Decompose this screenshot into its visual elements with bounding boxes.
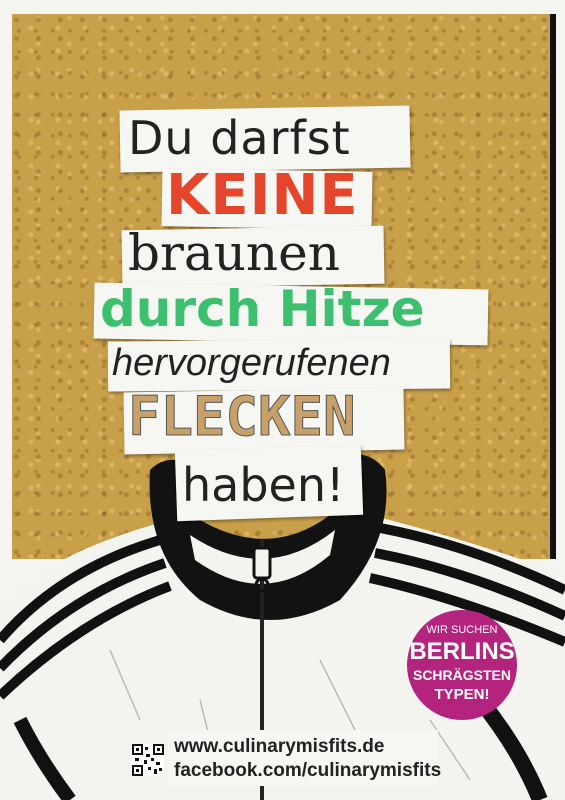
headline-line-3: braunen: [128, 224, 340, 282]
headline-line-6-flecken: FLECKEN: [128, 385, 357, 448]
badge-line-4: TYPEN!: [434, 686, 490, 703]
badge-line-3: SCHRÄGSTEN: [412, 667, 511, 683]
website-link[interactable]: www.culinarymisfits.de: [174, 736, 384, 758]
headline-line-1: Du darfst: [128, 111, 351, 165]
poster: Du darfst KEINE braunen durch Hitze herv…: [0, 0, 565, 800]
badge-line-1: WIR SUCHEN: [426, 624, 498, 636]
facebook-link[interactable]: facebook.com/culinarymisfits: [174, 760, 441, 782]
headline-line-7: haben!: [182, 458, 345, 512]
headline-line-4-hitze: durch Hitze: [100, 280, 425, 338]
qr-code: [132, 744, 164, 776]
badge-line-2: BERLINS: [409, 638, 515, 665]
headline-line-5: hervorgerufenen: [112, 342, 391, 384]
headline-line-2-keine: KEINE: [166, 163, 359, 228]
casting-badge: WIR SUCHEN BERLINS SCHRÄGSTEN TYPEN!: [407, 610, 517, 720]
contact-links-box: www.culinarymisfits.de facebook.com/culi…: [168, 730, 441, 786]
